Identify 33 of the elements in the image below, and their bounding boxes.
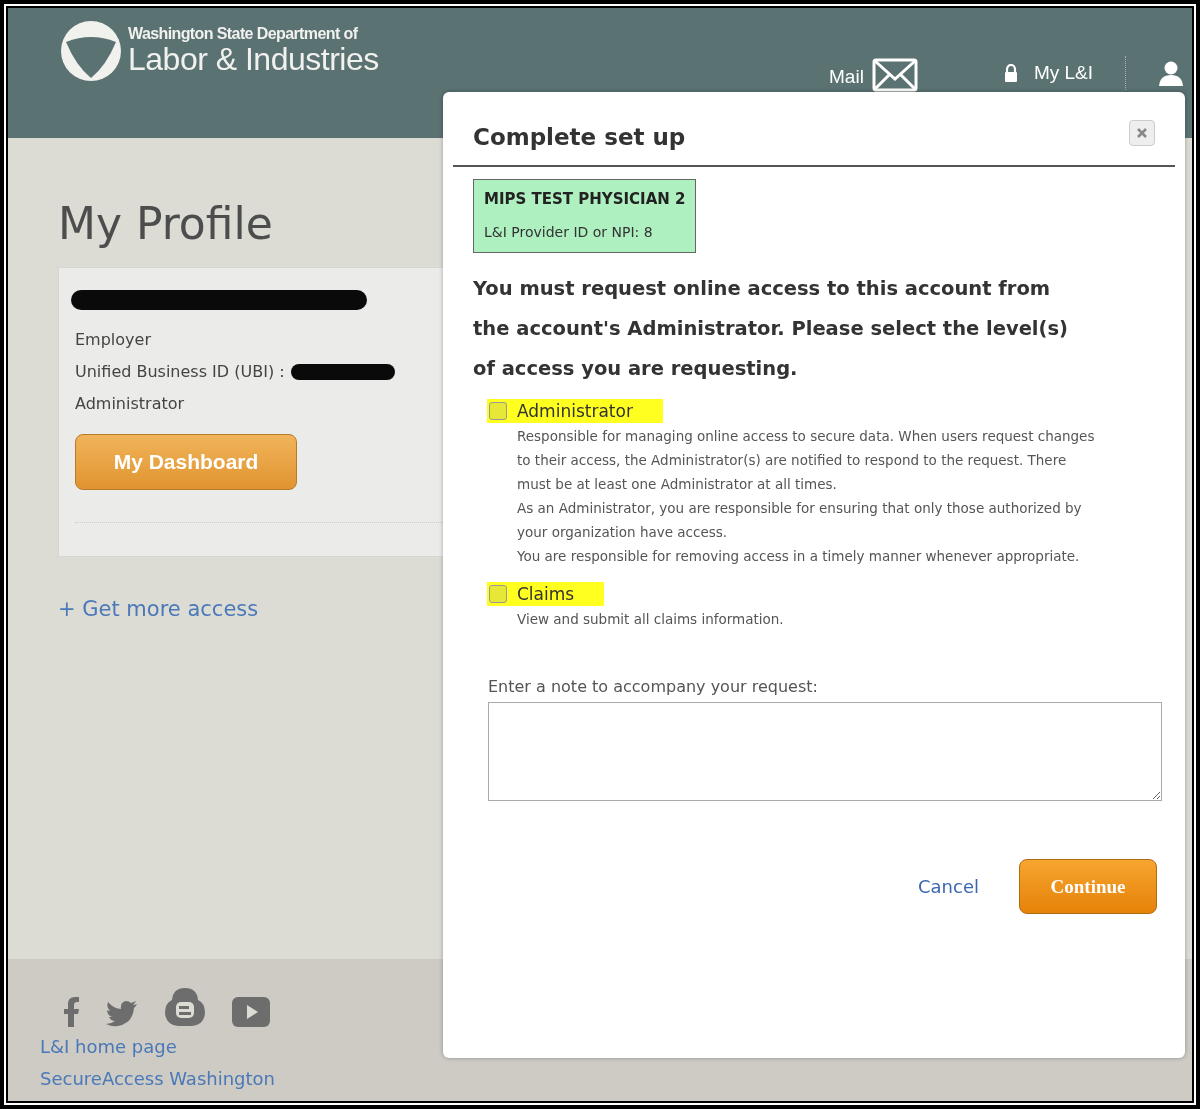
- account-name: MIPS TEST PHYSICIAN 2: [484, 190, 686, 208]
- checkbox[interactable]: [489, 585, 507, 603]
- lock-icon: [1003, 64, 1018, 82]
- account-id: L&I Provider ID or NPI: 8: [484, 224, 654, 240]
- instruction-text: You must request online access to this account from the account's Administrator. Please select the level(s) of access you are requesting.: [473, 276, 1069, 382]
- note-label: Enter a note to accompany your request:: [488, 677, 819, 696]
- mail-link[interactable]: Mail: [829, 66, 864, 88]
- blogger-icon[interactable]: [164, 987, 206, 1027]
- agency-line: Washington State Department of: [128, 25, 359, 44]
- option-description: As an Administrator, you are responsible for ensuring that only those authorized by your organization have access.: [517, 499, 1083, 542]
- close-icon: [1137, 127, 1147, 138]
- profile-detail: Employer: [75, 329, 151, 351]
- option-description: You are responsible for removing access in a timely manner whenever appropriate.: [517, 547, 1081, 566]
- agency-name: Labor & Industries: [128, 43, 379, 77]
- user-icon[interactable]: [1158, 60, 1184, 86]
- cancel-link[interactable]: Cancel: [918, 876, 979, 897]
- option-description: Responsible for managing online access to secure data. When users request changes to their access, the Administrator(s) are notified to respond to the request. There must be at least one Administrator at all times.: [517, 427, 1096, 494]
- facebook-icon[interactable]: [64, 997, 80, 1027]
- profile-detail: Administrator: [75, 393, 185, 415]
- access-option[interactable]: Administrator: [487, 399, 663, 423]
- bird-icon[interactable]: [106, 1001, 138, 1027]
- dialog-title: Complete set up: [473, 123, 686, 150]
- page-title: My Profile: [58, 198, 273, 249]
- profile-detail: Unified Business ID (UBI) :: [75, 361, 285, 383]
- video-icon[interactable]: [232, 997, 270, 1027]
- footer-link[interactable]: SecureAccess Washington: [40, 1063, 1192, 1095]
- note-field[interactable]: [488, 702, 1162, 801]
- option-description: View and submit all claims information.: [517, 610, 785, 629]
- account-link[interactable]: My L&I: [1033, 62, 1093, 84]
- logo-icon: [60, 20, 122, 82]
- checkbox[interactable]: [489, 402, 507, 420]
- access-option[interactable]: Claims: [487, 582, 605, 606]
- close-button[interactable]: [1129, 119, 1155, 146]
